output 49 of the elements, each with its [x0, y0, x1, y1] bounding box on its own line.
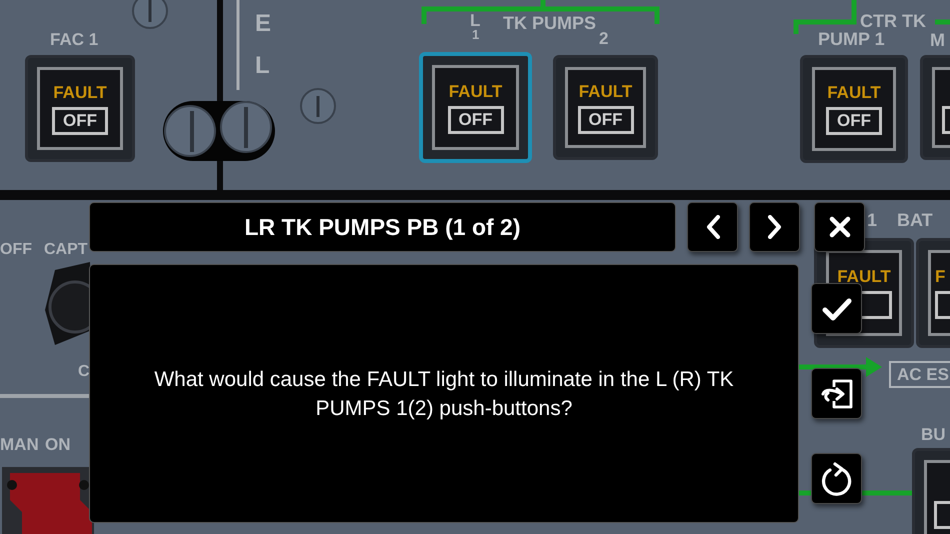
- close-button[interactable]: [814, 202, 865, 252]
- off-light: OFF: [448, 106, 504, 134]
- close-icon: [828, 216, 850, 238]
- panel-label: CAPT: [44, 242, 88, 258]
- exit-icon: [820, 378, 854, 410]
- exit-button[interactable]: [811, 368, 862, 419]
- panel-label: 1: [867, 211, 878, 229]
- panel-label: PUMP 1: [818, 30, 885, 48]
- push-button[interactable]: FAULT OFF: [553, 55, 658, 160]
- panel-label: OFF: [0, 242, 32, 258]
- fault-light: FAULT: [827, 83, 881, 103]
- panel-label: ON: [45, 436, 70, 453]
- panel-label: M: [930, 31, 945, 49]
- panel-label: MAN: [0, 436, 39, 453]
- panel-label: C: [78, 364, 90, 380]
- reset-button[interactable]: [811, 453, 862, 504]
- panel-label: E: [255, 12, 272, 36]
- forward-icon: [768, 215, 782, 239]
- panel-label: 1: [472, 28, 480, 41]
- panel-label: CTR TK: [860, 12, 926, 30]
- panel-label: L: [470, 12, 480, 29]
- panel-label: FAC 1: [50, 31, 98, 48]
- panel-label: BU: [921, 426, 946, 443]
- bus-label: AC ES: [889, 361, 950, 388]
- next-button[interactable]: [749, 202, 800, 252]
- dialog-title: LR TK PUMPS PB (1 of 2): [89, 202, 676, 252]
- off-light: OFF: [826, 107, 882, 135]
- fault-light: FAULT: [578, 82, 632, 102]
- panel-label: 2: [599, 30, 608, 47]
- back-icon: [706, 215, 720, 239]
- screw-icon: [300, 88, 336, 124]
- fault-light: FAULT: [448, 82, 502, 102]
- push-button[interactable]: F: [916, 238, 950, 348]
- fault-light: FAULT: [53, 82, 107, 102]
- fault-light: FAULT: [837, 267, 891, 287]
- previous-button[interactable]: [687, 202, 738, 252]
- question-text: What would cause the FAULT light to illuminate in the L (R) TK PUMPS 1(2) push-buttons?: [153, 366, 735, 422]
- correct-button[interactable]: [811, 283, 862, 334]
- panel-label: BAT: [897, 211, 933, 229]
- reset-icon: [820, 462, 852, 496]
- off-light: OFF: [578, 106, 634, 134]
- checkmark-icon: [822, 296, 852, 320]
- panel-label: L: [255, 54, 270, 78]
- push-button[interactable]: FAULT OFF: [419, 52, 532, 163]
- fault-light: F: [935, 267, 946, 287]
- push-button[interactable]: FAULT OFF: [800, 55, 908, 163]
- push-button[interactable]: FAULT OFF: [25, 55, 135, 162]
- off-light: OFF: [52, 106, 108, 134]
- panel-label: TK PUMPS: [503, 14, 596, 32]
